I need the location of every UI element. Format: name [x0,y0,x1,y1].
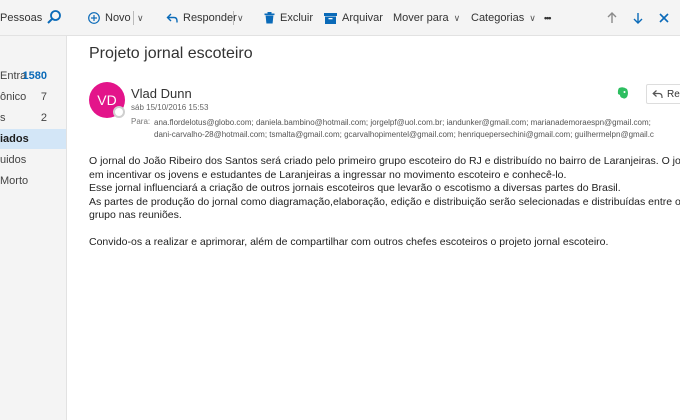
folder-drafts[interactable]: s 2 [0,108,66,128]
delete-button[interactable]: Excluir [264,10,313,26]
close-button[interactable] [659,10,674,26]
message-body: O jornal do João Ribeiro dos Santos será… [89,155,680,249]
folder-label: s [0,112,6,124]
folder-label: uidos [0,154,27,166]
command-toolbar: Pessoas Novo ∨ Responder ∨ Excluir Arqui… [0,0,680,36]
body-line: As partes de produção do jornal como dia… [89,195,680,208]
folder-label: iados [0,133,29,145]
body-blank-line [89,223,680,236]
to-label: Para: [131,117,151,126]
presence-indicator [113,106,125,118]
move-to-label: Mover para [393,12,449,24]
folder-junk[interactable]: ônico 7 [0,87,66,107]
reply-icon [166,13,178,23]
recipient-list: ana.flordelotus@globo.com; daniela.bambi… [154,117,680,141]
body-line: em incentivar os jovens e estudantes de … [89,168,567,181]
message-date: sáb 15/10/2016 15:53 [131,103,209,112]
body-line: O jornal do João Ribeiro dos Santos será… [89,155,680,167]
item-count: 2 [40,112,47,124]
chevron-down-icon: ∨ [137,12,144,23]
folder-label: ônico [0,91,27,103]
more-actions-button[interactable]: ••• [544,10,552,26]
reply-inline-button[interactable]: Res [646,84,680,104]
categories-button[interactable]: Categorias ∨ [471,10,536,26]
folder-inbox[interactable]: Entra 1580 [0,66,66,86]
move-to-button[interactable]: Mover para ∨ [393,10,460,26]
folder-label: Morto [0,175,29,187]
avatar-initials: VD [97,92,117,108]
sender-name[interactable]: Vlad Dunn [131,86,192,101]
trash-icon [264,12,275,24]
folder-sent[interactable]: iados [0,129,66,149]
archive-button[interactable]: Arquivar [324,10,383,26]
search-icon[interactable] [46,9,62,25]
previous-message-button[interactable] [607,10,622,26]
body-line: Convido-os a realizar e aprimorar, além … [89,235,609,248]
folder-pane: Entra 1580 ônico 7 s 2 iados uidos Morto [0,36,67,420]
next-message-button[interactable] [633,10,648,26]
recipients-line[interactable]: dani-carvalho-28@hotmail.com; tsmalta@gm… [154,129,680,141]
new-dropdown-chevron[interactable]: ∨ [137,10,144,26]
people-search-label[interactable]: Pessoas [0,12,42,24]
folder-deleted[interactable]: uidos [0,150,66,170]
categories-label: Categorias [471,12,525,24]
arrow-down-icon [633,13,643,24]
plus-icon [88,12,100,24]
reply-inline-label: Res [667,88,680,100]
arrow-up-icon [607,12,617,23]
body-line: grupo nas reuniões. [89,209,182,221]
archive-icon [324,12,337,24]
toolbar-divider [133,11,134,25]
new-button[interactable]: Novo [88,10,131,26]
item-count: 7 [40,91,47,103]
evernote-icon[interactable] [616,86,630,100]
archive-button-label: Arquivar [342,12,383,24]
chevron-down-icon: ∨ [237,12,244,23]
unread-count: 1580 [22,70,47,82]
delete-button-label: Excluir [280,12,314,24]
toolbar-divider [233,11,234,25]
reply-dropdown-chevron[interactable]: ∨ [237,10,244,26]
message-subject: Projeto jornal escoteiro [89,45,253,62]
reply-icon [652,90,663,98]
reply-button-label: Responder [183,12,237,24]
recipients-line[interactable]: ana.flordelotus@globo.com; daniela.bambi… [154,117,680,129]
close-icon [659,13,669,23]
reply-button[interactable]: Responder [166,10,237,26]
more-icon: ••• [544,13,552,23]
new-button-label: Novo [105,12,131,24]
body-line: Esse jornal influenciará a criação de ou… [89,182,621,194]
chevron-down-icon: ∨ [453,12,461,23]
folder-archive[interactable]: Morto [0,171,66,191]
chevron-down-icon: ∨ [529,12,536,23]
